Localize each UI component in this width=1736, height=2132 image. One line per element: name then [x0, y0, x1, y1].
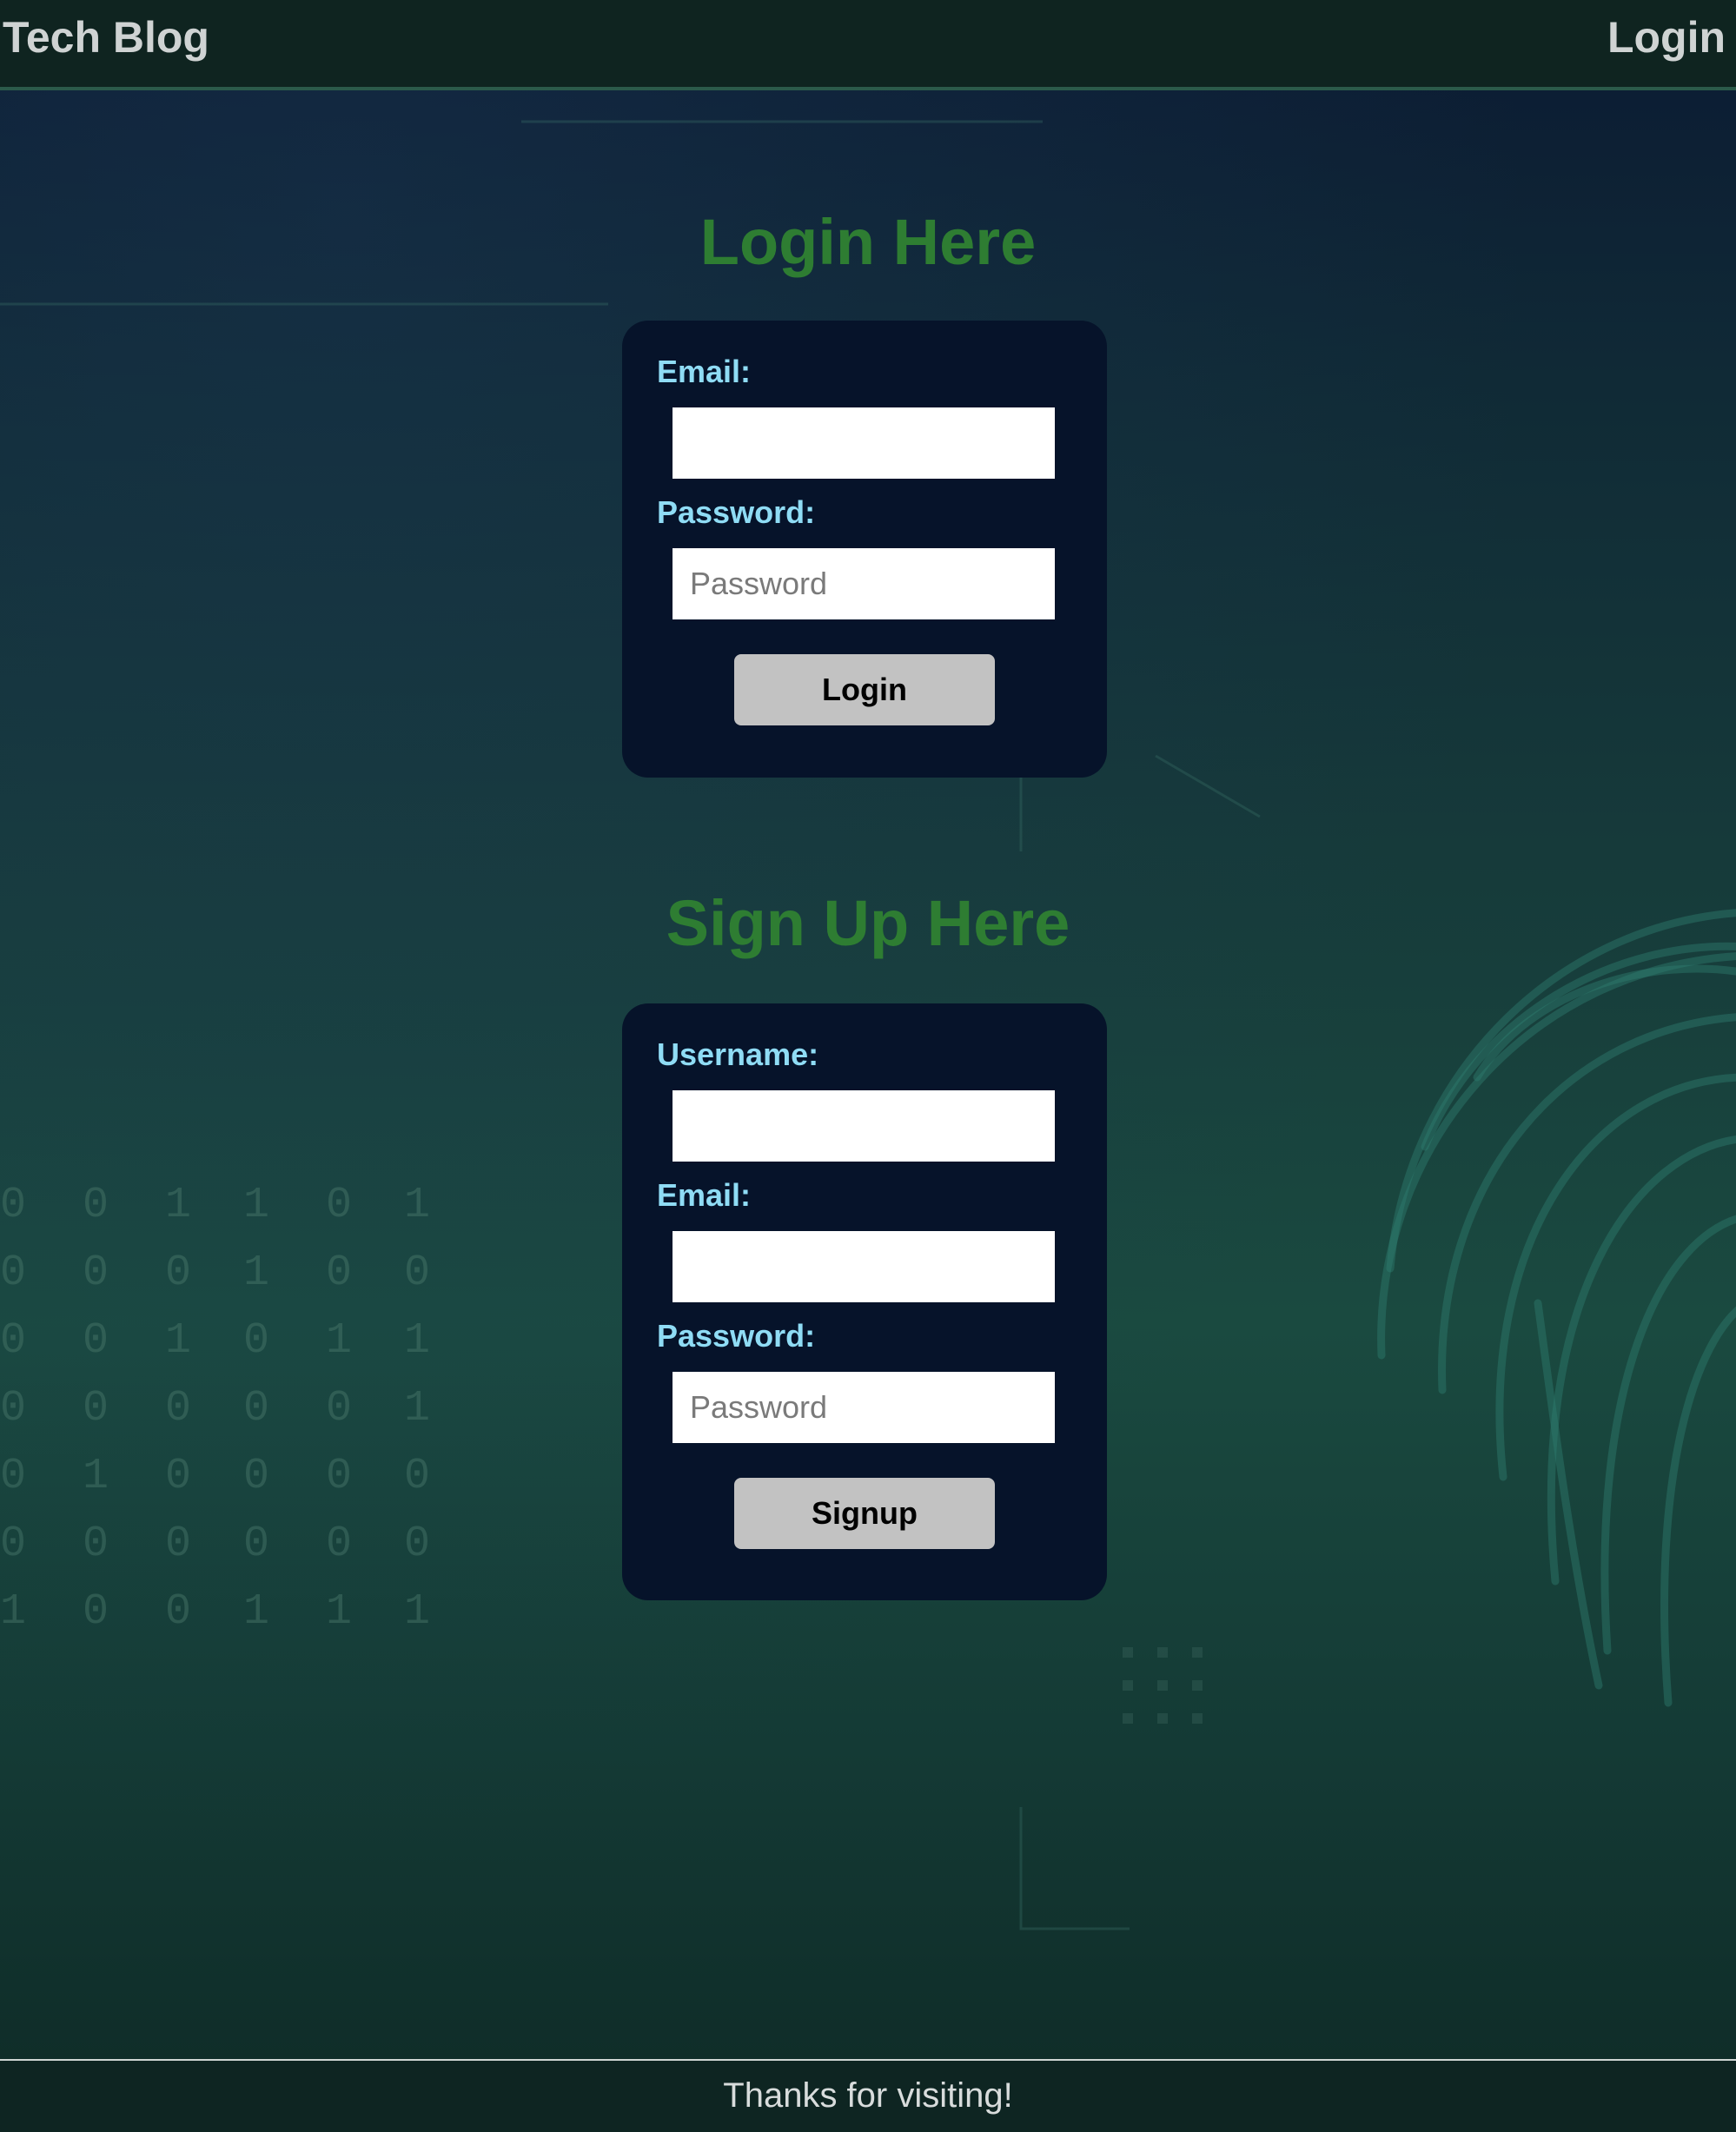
svg-text:0: 0: [165, 1520, 191, 1569]
svg-text:1: 1: [243, 1181, 269, 1230]
nav-login-link[interactable]: Login: [1607, 12, 1726, 63]
svg-text:0: 0: [0, 1181, 26, 1230]
svg-text:1: 1: [243, 1587, 269, 1637]
signup-form: Username: Email: Password: Signup: [622, 1003, 1107, 1600]
login-email-label: Email:: [657, 354, 752, 389]
login-email-input[interactable]: [673, 407, 1055, 479]
svg-text:1: 1: [404, 1181, 430, 1230]
svg-text:0: 0: [326, 1520, 352, 1569]
login-heading: Login Here: [699, 206, 1037, 278]
svg-text:0: 0: [326, 1248, 352, 1298]
svg-text:0: 0: [0, 1520, 26, 1569]
svg-text:1: 1: [165, 1316, 191, 1366]
svg-text:0: 0: [404, 1248, 430, 1298]
svg-text:0: 0: [0, 1248, 26, 1298]
top-navbar: Tech Blog Login: [0, 0, 1736, 90]
svg-text:0: 0: [83, 1316, 109, 1366]
svg-text:0: 0: [83, 1384, 109, 1433]
binary-grid: 0 0 1 1 0 1 0 0 0 1 0 0 0 0 1 0 1 1 0 0 0 0 0 1 0 1 0 0 0 0 0 0 0 0 0…: [0, 1181, 430, 1637]
svg-text:1: 1: [326, 1316, 352, 1366]
svg-text:0: 0: [165, 1384, 191, 1433]
svg-text:1: 1: [404, 1316, 430, 1366]
signup-username-input[interactable]: [673, 1090, 1055, 1162]
svg-text:0: 0: [243, 1316, 269, 1366]
footer-text: Thanks for visiting!: [723, 2076, 1013, 2115]
signup-password-label: Password:: [657, 1318, 816, 1354]
svg-text:1: 1: [243, 1248, 269, 1298]
signup-email-input[interactable]: [673, 1231, 1055, 1302]
svg-text:0: 0: [165, 1452, 191, 1501]
svg-text:0: 0: [326, 1452, 352, 1501]
svg-text:0: 0: [165, 1248, 191, 1298]
signup-heading: Sign Up Here: [666, 887, 1070, 959]
svg-text:0: 0: [83, 1520, 109, 1569]
login-password-input[interactable]: [673, 548, 1055, 619]
svg-text:1: 1: [326, 1587, 352, 1637]
svg-text:1: 1: [0, 1587, 26, 1637]
svg-text:0: 0: [404, 1452, 430, 1501]
signup-username-label: Username:: [657, 1036, 819, 1072]
svg-text:1: 1: [404, 1384, 430, 1433]
login-form: Email: Password: Login: [622, 321, 1107, 778]
signup-email-label: Email:: [657, 1177, 752, 1213]
svg-text:0: 0: [165, 1587, 191, 1637]
svg-text:0: 0: [326, 1384, 352, 1433]
svg-text:0: 0: [83, 1587, 109, 1637]
svg-text:0: 0: [0, 1316, 26, 1366]
svg-text:0: 0: [326, 1181, 352, 1230]
svg-text:1: 1: [165, 1181, 191, 1230]
login-button[interactable]: Login: [734, 654, 995, 725]
svg-text:0: 0: [243, 1520, 269, 1569]
signup-button[interactable]: Signup: [734, 1478, 995, 1549]
svg-text:0: 0: [243, 1384, 269, 1433]
fingerprint-graphic: [1377, 909, 1736, 1707]
signup-password-input[interactable]: [673, 1372, 1055, 1443]
svg-text:1: 1: [404, 1587, 430, 1637]
brand-link[interactable]: Tech Blog: [3, 12, 209, 63]
svg-text:0: 0: [0, 1384, 26, 1433]
svg-text:1: 1: [83, 1452, 109, 1501]
login-password-label: Password:: [657, 494, 816, 530]
svg-text:0: 0: [83, 1181, 109, 1230]
dot-pattern: [1123, 1647, 1203, 1724]
svg-text:0: 0: [83, 1248, 109, 1298]
svg-text:0: 0: [243, 1452, 269, 1501]
page-footer: Thanks for visiting!: [0, 2059, 1736, 2132]
svg-text:0: 0: [404, 1520, 430, 1569]
svg-text:0: 0: [0, 1452, 26, 1501]
